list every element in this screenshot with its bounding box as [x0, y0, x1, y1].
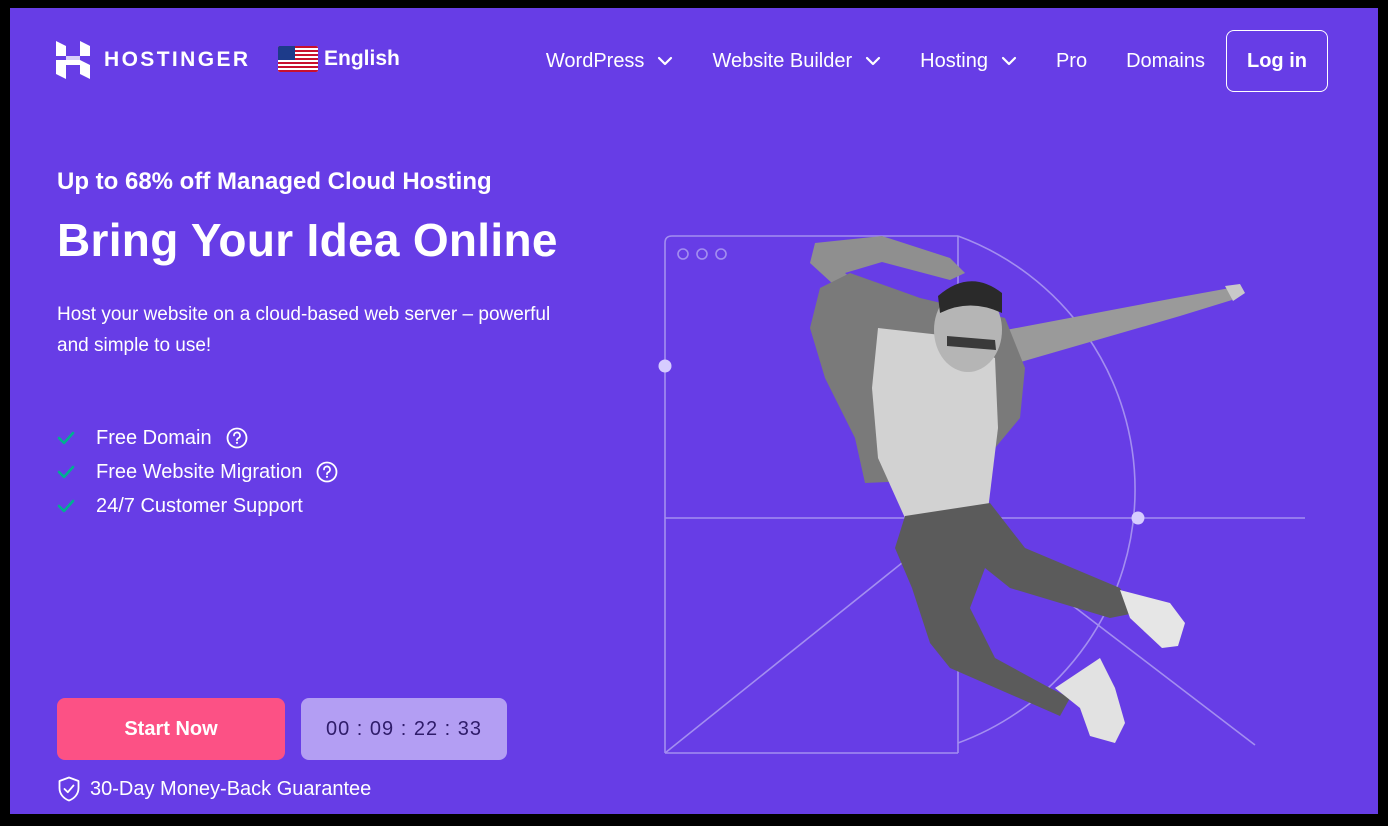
guarantee-label: 30-Day Money-Back Guarantee	[90, 777, 372, 800]
nav-hosting[interactable]: Hosting	[910, 30, 1027, 92]
nav-label: Website Builder	[712, 49, 853, 72]
feature-list: Free Domain Free Website Migration 24/7 …	[57, 421, 338, 523]
feature-label: Free Domain	[96, 426, 212, 449]
brand-name: HOSTINGER	[104, 48, 251, 71]
feature-item: Free Domain	[57, 421, 338, 455]
hostinger-logo-icon	[56, 41, 90, 79]
nav-label: Pro	[1055, 49, 1088, 72]
main-nav: WordPress Website Builder Hosting Pro Do…	[517, 30, 1328, 92]
brand-logo[interactable]: HOSTINGER	[56, 41, 250, 79]
hero-section: HOSTINGER English WordPress Website Buil…	[10, 8, 1378, 814]
chevron-down-icon	[1001, 56, 1017, 66]
page-title: Bring Your Idea Online	[57, 214, 558, 266]
promo-text: Up to 68% off Managed Cloud Hosting	[57, 168, 492, 195]
feature-label: Free Website Migration	[96, 460, 303, 483]
feature-label: 24/7 Customer Support	[96, 494, 303, 517]
check-icon	[57, 431, 75, 445]
chevron-down-icon	[866, 56, 881, 66]
countdown-timer: 00 : 09 : 22 : 33	[301, 698, 507, 760]
us-flag-icon	[278, 46, 318, 72]
money-back-guarantee: 30-Day Money-Back Guarantee	[57, 776, 371, 802]
check-icon	[57, 499, 75, 513]
nav-website-builder[interactable]: Website Builder	[702, 30, 891, 92]
question-circle-icon[interactable]	[226, 427, 248, 449]
nav-label: Hosting	[920, 49, 988, 72]
feature-item: 24/7 Customer Support	[57, 489, 338, 523]
nav-label: Domains	[1126, 49, 1205, 72]
check-icon	[57, 465, 75, 479]
hero-illustration	[658, 235, 1305, 754]
nav-domains[interactable]: Domains	[1116, 30, 1215, 92]
start-now-button[interactable]: Start Now	[57, 698, 285, 760]
language-selector[interactable]: English	[278, 46, 400, 72]
chevron-down-icon	[658, 56, 673, 66]
jumping-person-photo	[810, 236, 1245, 743]
hero-description: Host your website on a cloud-based web s…	[57, 304, 551, 356]
nav-wordpress[interactable]: WordPress	[536, 30, 684, 92]
question-circle-icon[interactable]	[316, 461, 338, 483]
language-label: English	[324, 47, 400, 70]
nav-pro[interactable]: Pro	[1046, 30, 1097, 92]
login-button[interactable]: Log in	[1226, 30, 1328, 92]
feature-item: Free Website Migration	[57, 455, 338, 489]
nav-label: WordPress	[545, 49, 645, 72]
shield-check-icon	[58, 776, 80, 802]
